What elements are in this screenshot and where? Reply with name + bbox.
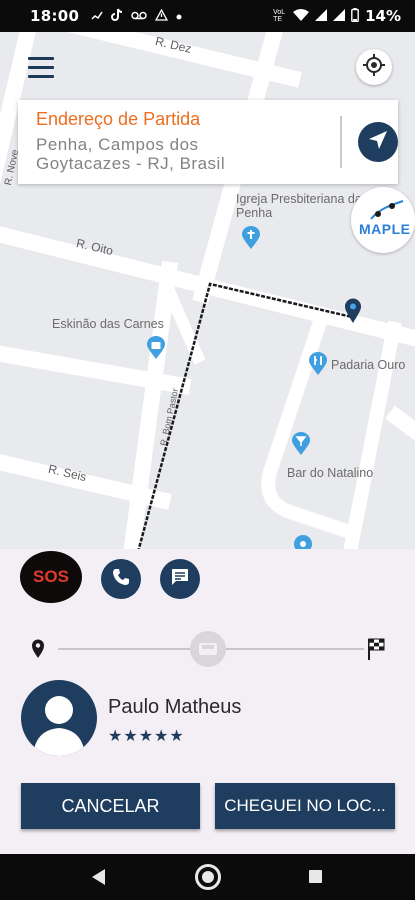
message-icon: [170, 567, 190, 592]
pickup-address: Penha, Campos dos Goytacazes - RJ, Brasi…: [36, 135, 226, 173]
arrived-at-location-button[interactable]: CHEGUEI NO LOC...: [215, 783, 395, 829]
cell-signal-icon-2: [333, 8, 346, 24]
crosshair-icon: [363, 53, 385, 81]
sos-button[interactable]: SOS: [20, 551, 82, 603]
status-time: 18:00: [30, 7, 80, 25]
call-button[interactable]: [101, 559, 141, 599]
my-location-button[interactable]: [356, 49, 392, 85]
driver-rating-stars: ★★★★★: [108, 728, 185, 745]
phone-icon: [111, 567, 131, 592]
car-progress-icon: [190, 631, 226, 667]
card-divider: [340, 116, 342, 168]
warning-icon: [155, 8, 169, 24]
poi-eskinao: Eskinão das Carnes: [52, 317, 164, 331]
dot-icon: [176, 9, 182, 23]
voicemail-icon: [131, 9, 147, 23]
pickup-title: Endereço de Partida: [36, 109, 201, 129]
maple-logo-text: MAPLE: [359, 221, 411, 237]
driver-name: Paulo Matheus: [108, 696, 242, 718]
wifi-icon: [293, 8, 310, 24]
hamburger-menu-button[interactable]: [26, 55, 56, 81]
notification-icons: [91, 8, 182, 24]
volte-icon: VoLTE: [273, 9, 286, 23]
origin-pin-icon: [31, 639, 45, 664]
recent-apps-icon[interactable]: [309, 870, 322, 883]
back-icon[interactable]: [92, 869, 105, 885]
pickup-address-card[interactable]: Endereço de Partida Penha, Campos dos Go…: [18, 100, 398, 184]
tiktok-icon: [111, 8, 123, 24]
checkered-flag-icon: [366, 636, 386, 665]
status-bar: 18:00 VoLTE 14%: [0, 0, 415, 32]
battery-icon: [351, 7, 359, 25]
maple-logo-badge: MAPLE: [351, 187, 415, 253]
navigate-button[interactable]: [358, 122, 398, 162]
signal-bars-icon: [91, 9, 103, 23]
poi-padaria: Padaria Ouro: [331, 358, 406, 372]
home-icon[interactable]: [195, 864, 221, 890]
driver-avatar: [21, 680, 97, 756]
battery-percent: 14%: [365, 7, 401, 25]
cancel-button[interactable]: CANCELAR: [21, 783, 200, 829]
system-nav-bar: [0, 854, 415, 900]
poi-bar: Bar do Natalino: [287, 466, 374, 480]
trip-progress: [28, 630, 390, 667]
cell-signal-icon: [315, 8, 328, 24]
navigation-arrow-icon: [367, 129, 389, 156]
chat-button[interactable]: [160, 559, 200, 599]
